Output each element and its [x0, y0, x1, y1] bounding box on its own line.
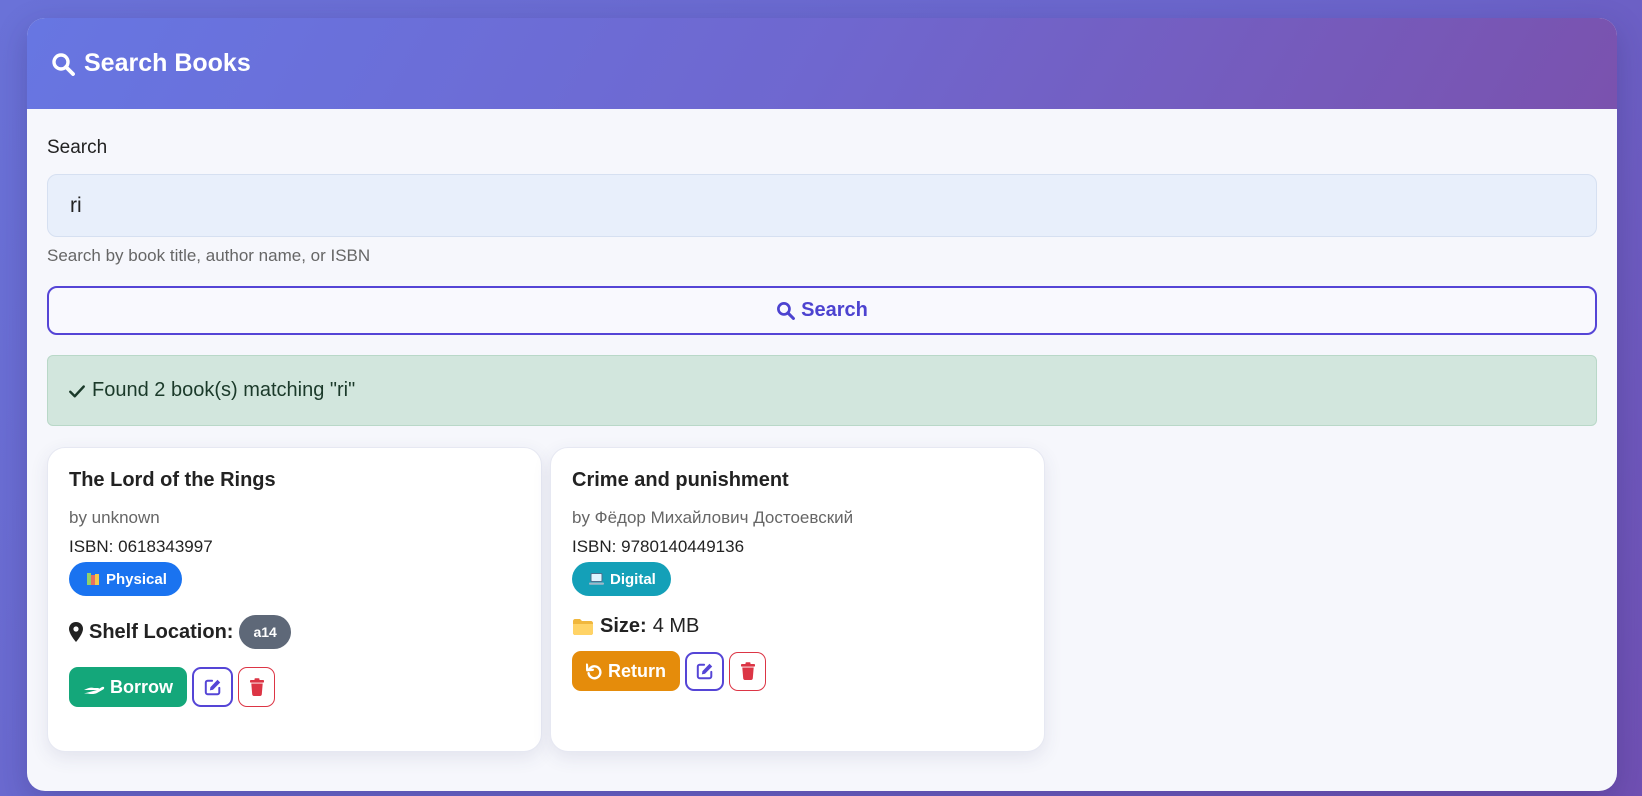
borrow-button-label: Borrow: [110, 676, 173, 697]
undo-icon: [586, 663, 602, 679]
search-button-label: Search: [801, 299, 868, 321]
search-label: Search: [47, 137, 108, 158]
book-isbn: ISBN: 9780140449136: [572, 537, 745, 556]
search-input[interactable]: [47, 174, 1597, 237]
search-icon: [52, 52, 75, 76]
book-card: The Lord of the Rings by unknown ISBN: 0…: [47, 447, 542, 752]
delete-button[interactable]: [729, 651, 766, 691]
results-alert-text: Found 2 book(s) matching "ri": [92, 379, 356, 401]
laptop-icon: [589, 573, 604, 585]
hand-holding-icon: [84, 686, 105, 694]
search-icon: [777, 302, 796, 320]
return-button-label: Return: [608, 660, 666, 681]
file-size-label: Size:: [600, 615, 647, 637]
edit-button[interactable]: [685, 651, 724, 691]
book-card: Crime and punishment by Фёдор Михайлович…: [550, 447, 1045, 752]
book-title: The Lord of the Rings: [69, 469, 276, 491]
shelf-location-label: Shelf Location:: [89, 620, 234, 643]
file-size-value: 4 MB: [652, 615, 700, 637]
search-help-text: Search by book title, author name, or IS…: [47, 246, 371, 265]
return-button[interactable]: Return: [572, 651, 680, 691]
borrow-button[interactable]: Borrow: [69, 667, 187, 707]
page-title: Search Books: [84, 49, 251, 77]
delete-button[interactable]: [238, 667, 275, 707]
folder-icon: [573, 618, 593, 635]
edit-icon: [204, 679, 220, 696]
edit-icon: [696, 663, 712, 680]
trash-icon: [740, 662, 755, 680]
book-type-badge: Digital: [572, 562, 671, 596]
book-type-label: Physical: [106, 570, 167, 588]
book-type-label: Digital: [610, 570, 656, 588]
books-icon: [87, 573, 99, 585]
book-type-badge: Physical: [69, 562, 182, 596]
book-isbn: ISBN: 0618343997: [69, 537, 213, 556]
search-button[interactable]: Search: [47, 286, 1597, 335]
results-alert: Found 2 book(s) matching "ri": [47, 355, 1597, 426]
shelf-location: Shelf Location: a14: [69, 615, 520, 649]
card-body: Search Search by book title, author name…: [27, 109, 1617, 752]
book-title: Crime and punishment: [572, 469, 789, 491]
edit-button[interactable]: [192, 667, 233, 707]
book-results: The Lord of the Rings by unknown ISBN: 0…: [47, 447, 1596, 752]
file-size: Size: 4 MB: [572, 615, 1023, 638]
book-author: by unknown: [69, 508, 160, 527]
book-actions: Borrow: [69, 667, 520, 707]
book-actions: Return: [572, 651, 1023, 691]
card-header: Search Books: [27, 18, 1617, 109]
map-marker-icon: [69, 622, 83, 642]
book-author: by Фёдор Михайлович Достоевский: [572, 508, 854, 527]
shelf-location-value: a14: [239, 615, 291, 649]
search-books-card: Search Books Search Search by book title…: [27, 18, 1617, 791]
check-icon: [69, 384, 85, 397]
trash-icon: [249, 678, 264, 696]
